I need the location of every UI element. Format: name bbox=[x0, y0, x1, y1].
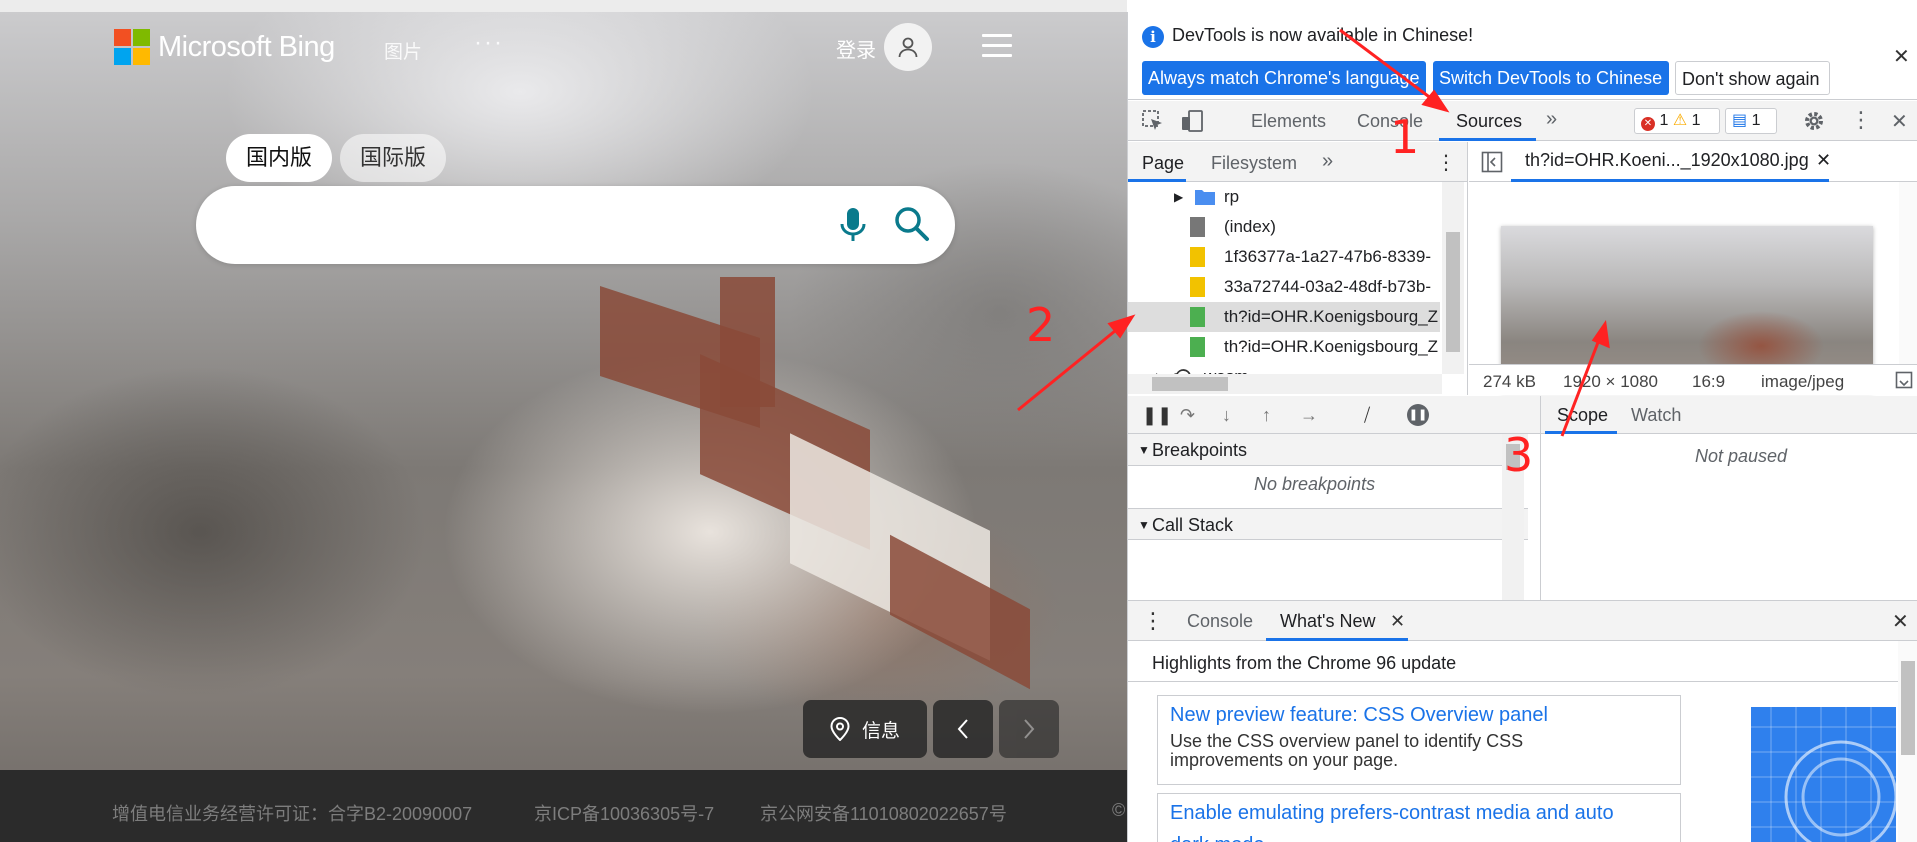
annotation-overlay bbox=[1017, 28, 1610, 437]
annotation-label-2: 2 bbox=[1026, 298, 1056, 352]
annotation-label-3: 3 bbox=[1504, 428, 1534, 482]
annotation-label-1: 1 bbox=[1390, 110, 1420, 164]
screen: Microsoft Bing 图片 ··· 登录 国内版 国际版 信息 增值电信… bbox=[0, 0, 1917, 842]
annotation-arrow-3 bbox=[1560, 331, 1604, 437]
annotation-arrow-1 bbox=[1339, 28, 1441, 107]
annotation-arrowhead-3 bbox=[1591, 319, 1610, 349]
